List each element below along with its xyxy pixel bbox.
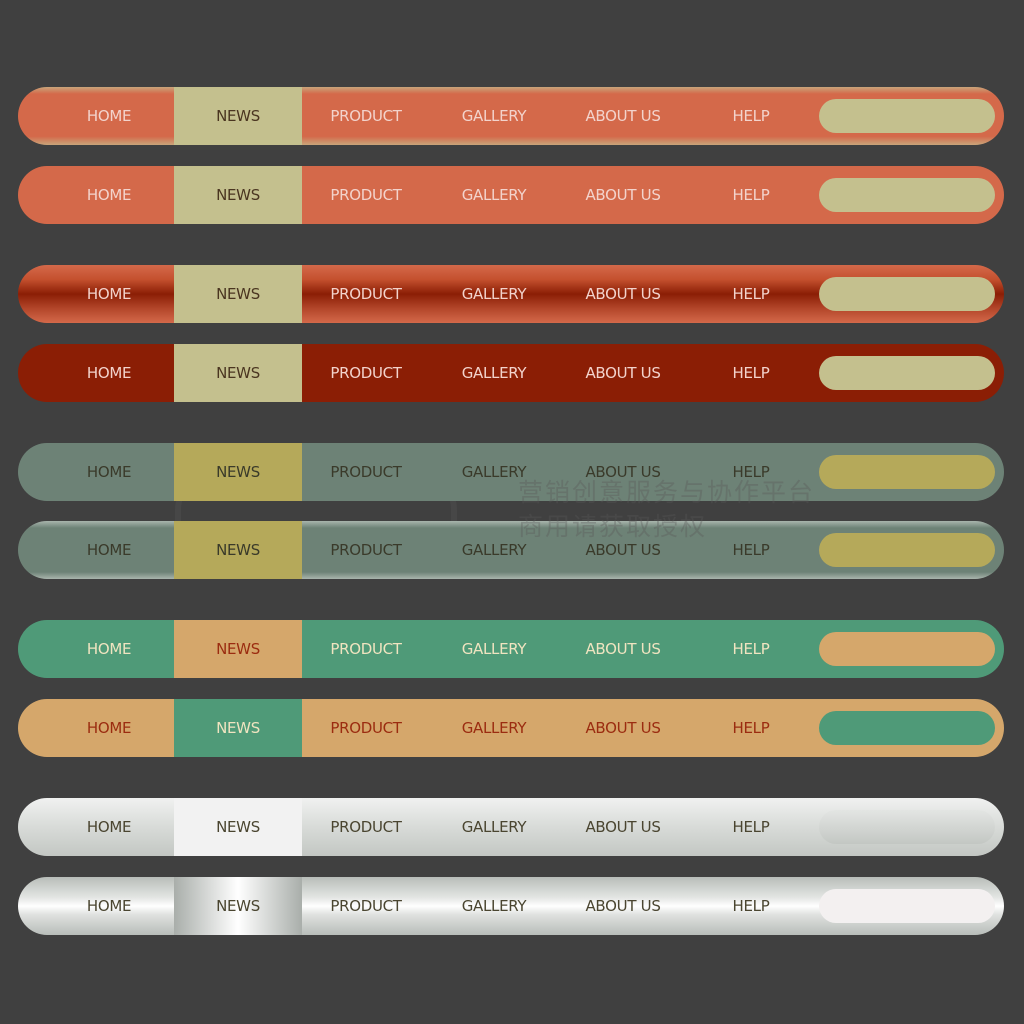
- nav-bar-tan-flat: HOME NEWS PRODUCT GALLERY ABOUT US HELP: [18, 699, 1004, 757]
- nav-item-news[interactable]: NEWS: [216, 699, 260, 757]
- search-input[interactable]: [819, 277, 995, 311]
- nav-item-home[interactable]: HOME: [87, 877, 132, 935]
- search-input[interactable]: [819, 711, 995, 745]
- nav-item-news[interactable]: NEWS: [216, 344, 260, 402]
- nav-item-home[interactable]: HOME: [87, 265, 132, 323]
- nav-item-help[interactable]: HELP: [733, 798, 770, 856]
- nav-item-about-us[interactable]: ABOUT US: [585, 344, 660, 402]
- nav-item-home[interactable]: HOME: [87, 798, 132, 856]
- nav-bar-rust-flat: HOME NEWS PRODUCT GALLERY ABOUT US HELP: [18, 344, 1004, 402]
- nav-item-help[interactable]: HELP: [733, 265, 770, 323]
- nav-item-product[interactable]: PRODUCT: [330, 699, 402, 757]
- nav-item-help[interactable]: HELP: [733, 166, 770, 224]
- nav-item-news[interactable]: NEWS: [216, 798, 260, 856]
- nav-item-about-us[interactable]: ABOUT US: [585, 87, 660, 145]
- nav-item-help[interactable]: HELP: [733, 344, 770, 402]
- nav-bar-orange-glossy: HOME NEWS PRODUCT GALLERY ABOUT US HELP: [18, 87, 1004, 145]
- nav-item-about-us[interactable]: ABOUT US: [585, 877, 660, 935]
- nav-item-news[interactable]: NEWS: [216, 87, 260, 145]
- nav-item-news[interactable]: NEWS: [216, 443, 260, 501]
- nav-item-gallery[interactable]: GALLERY: [462, 443, 527, 501]
- nav-item-gallery[interactable]: GALLERY: [462, 265, 527, 323]
- search-input[interactable]: [819, 810, 995, 844]
- nav-item-home[interactable]: HOME: [87, 443, 132, 501]
- nav-item-product[interactable]: PRODUCT: [330, 443, 402, 501]
- nav-item-product[interactable]: PRODUCT: [330, 166, 402, 224]
- nav-bar-orange-flat: HOME NEWS PRODUCT GALLERY ABOUT US HELP: [18, 166, 1004, 224]
- nav-item-gallery[interactable]: GALLERY: [462, 877, 527, 935]
- search-input[interactable]: [819, 99, 995, 133]
- nav-item-gallery[interactable]: GALLERY: [462, 344, 527, 402]
- nav-item-home[interactable]: HOME: [87, 620, 132, 678]
- nav-item-news[interactable]: NEWS: [216, 521, 260, 579]
- nav-bar-silver-chrome: HOME NEWS PRODUCT GALLERY ABOUT US HELP: [18, 877, 1004, 935]
- nav-item-home[interactable]: HOME: [87, 521, 132, 579]
- nav-item-home[interactable]: HOME: [87, 699, 132, 757]
- nav-item-help[interactable]: HELP: [733, 521, 770, 579]
- nav-item-about-us[interactable]: ABOUT US: [585, 521, 660, 579]
- nav-bar-rust-gradient: HOME NEWS PRODUCT GALLERY ABOUT US HELP: [18, 265, 1004, 323]
- nav-item-about-us[interactable]: ABOUT US: [585, 443, 660, 501]
- search-input[interactable]: [819, 455, 995, 489]
- nav-item-about-us[interactable]: ABOUT US: [585, 699, 660, 757]
- nav-item-help[interactable]: HELP: [733, 620, 770, 678]
- nav-item-news[interactable]: NEWS: [216, 265, 260, 323]
- nav-item-news[interactable]: NEWS: [216, 877, 260, 935]
- nav-bar-slate-glossy: HOME NEWS PRODUCT GALLERY ABOUT US HELP: [18, 521, 1004, 579]
- search-input[interactable]: [819, 632, 995, 666]
- search-input[interactable]: [819, 533, 995, 567]
- nav-item-gallery[interactable]: GALLERY: [462, 521, 527, 579]
- nav-item-about-us[interactable]: ABOUT US: [585, 620, 660, 678]
- nav-bar-green-flat: HOME NEWS PRODUCT GALLERY ABOUT US HELP: [18, 620, 1004, 678]
- nav-item-product[interactable]: PRODUCT: [330, 877, 402, 935]
- nav-item-help[interactable]: HELP: [733, 87, 770, 145]
- nav-item-gallery[interactable]: GALLERY: [462, 699, 527, 757]
- nav-item-gallery[interactable]: GALLERY: [462, 798, 527, 856]
- nav-item-home[interactable]: HOME: [87, 87, 132, 145]
- nav-bar-silver-matte: HOME NEWS PRODUCT GALLERY ABOUT US HELP: [18, 798, 1004, 856]
- nav-item-gallery[interactable]: GALLERY: [462, 87, 527, 145]
- search-input[interactable]: [819, 178, 995, 212]
- search-input[interactable]: [819, 889, 995, 923]
- nav-item-about-us[interactable]: ABOUT US: [585, 166, 660, 224]
- nav-item-home[interactable]: HOME: [87, 344, 132, 402]
- nav-item-product[interactable]: PRODUCT: [330, 265, 402, 323]
- nav-item-news[interactable]: NEWS: [216, 166, 260, 224]
- nav-item-help[interactable]: HELP: [733, 877, 770, 935]
- nav-item-product[interactable]: PRODUCT: [330, 87, 402, 145]
- nav-item-news[interactable]: NEWS: [216, 620, 260, 678]
- nav-bar-slate-flat: HOME NEWS PRODUCT GALLERY ABOUT US HELP: [18, 443, 1004, 501]
- nav-item-home[interactable]: HOME: [87, 166, 132, 224]
- nav-item-gallery[interactable]: GALLERY: [462, 166, 527, 224]
- nav-item-product[interactable]: PRODUCT: [330, 620, 402, 678]
- nav-item-about-us[interactable]: ABOUT US: [585, 798, 660, 856]
- nav-item-product[interactable]: PRODUCT: [330, 521, 402, 579]
- nav-item-product[interactable]: PRODUCT: [330, 344, 402, 402]
- nav-item-gallery[interactable]: GALLERY: [462, 620, 527, 678]
- nav-item-about-us[interactable]: ABOUT US: [585, 265, 660, 323]
- search-input[interactable]: [819, 356, 995, 390]
- nav-item-help[interactable]: HELP: [733, 443, 770, 501]
- nav-item-help[interactable]: HELP: [733, 699, 770, 757]
- nav-item-product[interactable]: PRODUCT: [330, 798, 402, 856]
